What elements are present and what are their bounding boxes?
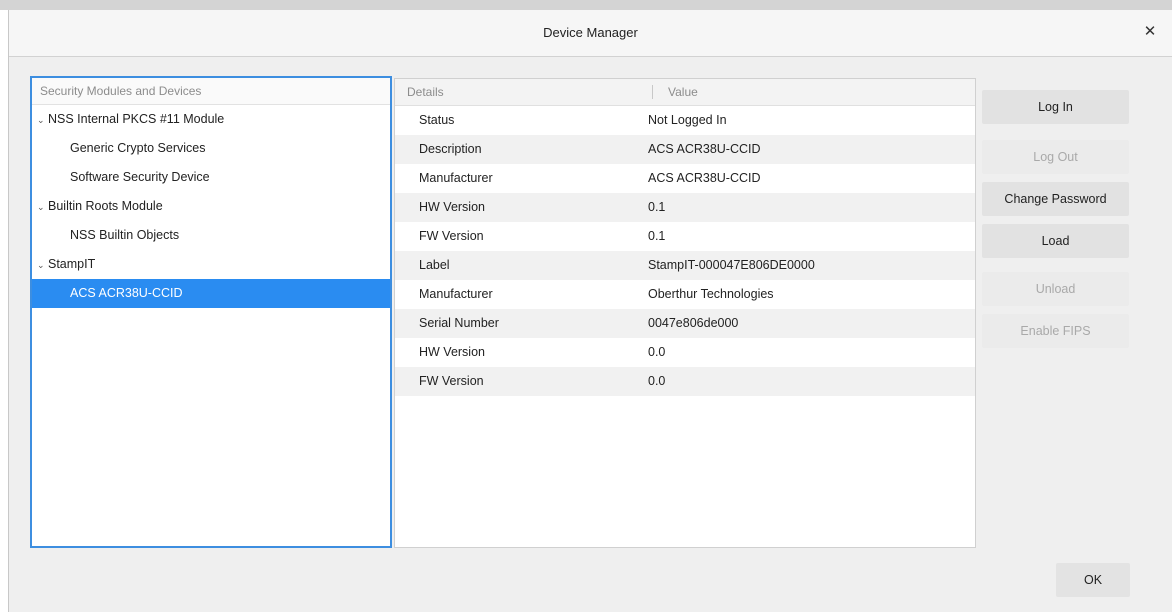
security-modules-tree[interactable]: Security Modules and Devices ⌄ NSS Intern… bbox=[30, 76, 392, 548]
detail-key: Description bbox=[419, 142, 482, 156]
tree-item-label: NSS Builtin Objects bbox=[70, 228, 180, 242]
detail-key: Label bbox=[419, 258, 450, 272]
column-divider[interactable] bbox=[652, 85, 653, 99]
detail-value: 0.0 bbox=[648, 374, 666, 388]
tree-item-label: NSS Internal PKCS #11 Module bbox=[48, 112, 225, 126]
chevron-down-icon[interactable]: ⌄ bbox=[37, 106, 47, 135]
detail-key: Manufacturer bbox=[419, 287, 493, 301]
details-table: Details Value Status Not Logged In Descr… bbox=[394, 78, 976, 548]
close-icon[interactable]: ✕ bbox=[1140, 22, 1160, 42]
change-password-button[interactable]: Change Password bbox=[982, 182, 1129, 216]
log-out-button[interactable]: Log Out bbox=[982, 140, 1129, 174]
table-row: Manufacturer Oberthur Technologies bbox=[395, 280, 975, 309]
table-row: Status Not Logged In bbox=[395, 106, 975, 135]
table-row: HW Version 0.1 bbox=[395, 193, 975, 222]
table-row: Label StampIT-000047E806DE0000 bbox=[395, 251, 975, 280]
table-row: HW Version 0.0 bbox=[395, 338, 975, 367]
table-row: FW Version 0.0 bbox=[395, 367, 975, 396]
title-bar: Device Manager ✕ bbox=[9, 10, 1172, 57]
detail-key: HW Version bbox=[419, 345, 485, 359]
details-table-header: Details Value bbox=[395, 79, 975, 106]
column-header-details[interactable]: Details bbox=[407, 79, 444, 105]
tree-item-generic-crypto-services[interactable]: Generic Crypto Services bbox=[32, 134, 390, 163]
detail-value: 0.1 bbox=[648, 200, 666, 214]
table-row: Description ACS ACR38U-CCID bbox=[395, 135, 975, 164]
detail-value: Not Logged In bbox=[648, 113, 727, 127]
table-row: FW Version 0.1 bbox=[395, 222, 975, 251]
tree-item-label: Generic Crypto Services bbox=[70, 141, 206, 155]
tree-item-stampit[interactable]: ⌄ StampIT bbox=[32, 250, 390, 279]
column-header-value[interactable]: Value bbox=[668, 79, 698, 105]
dialog-title: Device Manager bbox=[543, 25, 638, 40]
detail-value: StampIT-000047E806DE0000 bbox=[648, 258, 815, 272]
chevron-down-icon[interactable]: ⌄ bbox=[37, 251, 47, 280]
detail-key: Serial Number bbox=[419, 316, 499, 330]
detail-value: ACS ACR38U-CCID bbox=[648, 171, 761, 185]
ok-button[interactable]: OK bbox=[1056, 563, 1130, 597]
detail-value: ACS ACR38U-CCID bbox=[648, 142, 761, 156]
detail-key: HW Version bbox=[419, 200, 485, 214]
detail-key: Status bbox=[419, 113, 455, 127]
detail-key: FW Version bbox=[419, 374, 484, 388]
tree-item-software-security-device[interactable]: Software Security Device bbox=[32, 163, 390, 192]
load-button[interactable]: Load bbox=[982, 224, 1129, 258]
table-row: Serial Number 0047e806de000 bbox=[395, 309, 975, 338]
tree-item-nss-internal-module[interactable]: ⌄ NSS Internal PKCS #11 Module bbox=[32, 105, 390, 134]
tree-item-builtin-roots-module[interactable]: ⌄ Builtin Roots Module bbox=[32, 192, 390, 221]
tree-item-label: Builtin Roots Module bbox=[48, 199, 163, 213]
tree-item-label: ACS ACR38U-CCID bbox=[70, 286, 183, 300]
tree-item-label: StampIT bbox=[48, 257, 96, 271]
chevron-down-icon[interactable]: ⌄ bbox=[37, 193, 47, 222]
tree-column-header: Security Modules and Devices bbox=[32, 78, 390, 105]
tree-item-nss-builtin-objects[interactable]: NSS Builtin Objects bbox=[32, 221, 390, 250]
unload-button[interactable]: Unload bbox=[982, 272, 1129, 306]
background-window-strip bbox=[0, 0, 1172, 10]
detail-value: 0.1 bbox=[648, 229, 666, 243]
detail-value: 0047e806de000 bbox=[648, 316, 739, 330]
detail-key: Manufacturer bbox=[419, 171, 493, 185]
detail-value: Oberthur Technologies bbox=[648, 287, 774, 301]
enable-fips-button[interactable]: Enable FIPS bbox=[982, 314, 1129, 348]
table-row: Manufacturer ACS ACR38U-CCID bbox=[395, 164, 975, 193]
detail-value: 0.0 bbox=[648, 345, 666, 359]
log-in-button[interactable]: Log In bbox=[982, 90, 1129, 124]
tree-item-acs-acr38u-ccid[interactable]: ACS ACR38U-CCID bbox=[32, 279, 390, 308]
tree-item-label: Software Security Device bbox=[70, 170, 210, 184]
detail-key: FW Version bbox=[419, 229, 484, 243]
